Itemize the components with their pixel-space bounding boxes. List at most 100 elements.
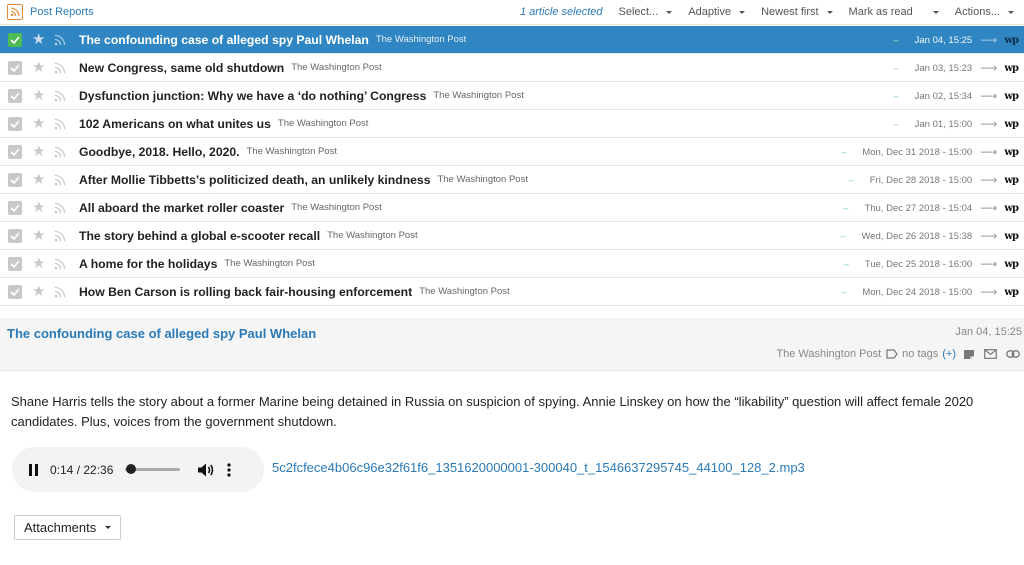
seek-thumb[interactable] [125,464,136,474]
view-mode-dropdown[interactable]: Adaptive [688,6,746,18]
rss-feed-icon[interactable] [54,173,68,187]
headline-source[interactable]: The Washington Post [291,62,381,73]
star-icon[interactable]: ★ [32,256,46,271]
attachments-dropdown[interactable]: Attachments [14,515,122,540]
headline-title[interactable]: A home for the holidays [79,257,217,271]
rss-feed-icon[interactable] [54,257,68,271]
share-link-icon[interactable] [1006,350,1020,358]
pause-icon[interactable] [28,463,39,476]
rss-feed-icon[interactable] [54,285,68,299]
star-icon[interactable]: ★ [32,228,46,243]
headline-row-partial[interactable] [0,306,1024,318]
headline-list[interactable]: ★ The confounding case of alleged spy Pau… [0,26,1024,318]
headline-title[interactable]: The confounding case of alleged spy Paul… [79,33,369,47]
headline-title[interactable]: 102 Americans on what unites us [79,117,271,131]
score-dash: – [893,34,899,46]
headline-source[interactable]: The Washington Post [433,90,523,101]
select-checkbox[interactable] [8,284,22,299]
star-icon[interactable]: ★ [32,116,46,131]
arrow-right-icon[interactable]: ⟶ [980,117,997,131]
headline-right: – Wed, Dec 26 2018 - 15:38 ⟶ wp [840,222,1019,250]
headline-title[interactable]: After Mollie Tibbetts’s politicized deat… [79,173,430,187]
chevron-down-icon [105,526,112,529]
headline-row[interactable]: ★ New Congress, same old shutdown The Wash… [0,54,1024,82]
rss-feed-icon[interactable] [54,33,68,47]
seek-slider[interactable] [125,464,181,474]
select-checkbox[interactable] [8,256,22,271]
headline-source[interactable]: The Washington Post [224,258,314,269]
arrow-right-icon[interactable]: ⟶ [980,229,997,243]
more-options-icon[interactable] [227,462,231,477]
volume-icon[interactable] [198,463,215,477]
rss-feed-icon[interactable] [54,229,68,243]
headline-title[interactable]: Goodbye, 2018. Hello, 2020. [79,145,240,159]
arrow-right-icon[interactable]: ⟶ [980,145,997,159]
arrow-right-icon[interactable]: ⟶ [980,285,997,299]
headline-row[interactable]: ★ How Ben Carson is rolling back fair-hou… [0,278,1024,306]
star-icon[interactable]: ★ [32,88,46,103]
actions-dropdown[interactable]: Actions... [955,6,1014,18]
select-checkbox[interactable] [8,32,22,47]
sort-dropdown[interactable]: Newest first [761,6,833,18]
rss-feed-icon[interactable] [54,89,68,103]
headline-source[interactable]: The Washington Post [247,146,337,157]
arrow-right-icon[interactable]: ⟶ [980,61,997,75]
headline-title[interactable]: New Congress, same old shutdown [79,61,284,75]
rss-feed-icon[interactable] [54,61,68,75]
headline-title[interactable]: All aboard the market roller coaster [79,201,284,215]
arrow-right-icon[interactable]: ⟶ [980,173,997,187]
select-checkbox[interactable] [8,116,22,131]
arrow-right-icon[interactable]: ⟶ [980,33,997,47]
headline-date: Thu, Dec 27 2018 - 15:04 [864,202,973,214]
headline-source[interactable]: The Washington Post [291,202,381,213]
headline-source[interactable]: The Washington Post [419,286,509,297]
select-checkbox[interactable] [8,144,22,159]
chevron-down-icon[interactable] [932,10,939,14]
headline-row[interactable]: ★ The story behind a global e-scooter rec… [0,222,1024,250]
headline-row[interactable]: ★ After Mollie Tibbetts’s politicized dea… [0,166,1024,194]
headline-row[interactable]: ★ Goodbye, 2018. Hello, 2020. The Washingt… [0,138,1024,166]
select-checkbox[interactable] [8,88,22,103]
enclosure-link[interactable]: 5c2fcfece4b06c96e32f61f6_1351620000001-3… [272,460,805,475]
arrow-right-icon[interactable]: ⟶ [980,201,997,215]
star-icon[interactable]: ★ [32,172,46,187]
audio-player[interactable]: 0:14 / 22:36 [12,447,264,492]
note-icon[interactable] [963,349,975,360]
star-icon[interactable]: ★ [32,144,46,159]
headline-source[interactable]: The Washington Post [278,118,368,129]
select-checkbox[interactable] [8,60,22,75]
headline-row[interactable]: ★ A home for the holidays The Washington P… [0,250,1024,278]
headline-source[interactable]: The Washington Post [437,174,527,185]
mark-as-read-button[interactable]: Mark as read [849,6,939,18]
headline-title[interactable]: How Ben Carson is rolling back fair-hous… [79,285,412,299]
email-icon[interactable] [984,349,997,359]
arrow-right-icon[interactable]: ⟶ [980,257,997,271]
score-dash: – [840,230,846,242]
star-icon[interactable]: ★ [32,32,46,47]
article-source[interactable]: The Washington Post [776,348,881,360]
rss-feed-icon[interactable] [54,201,68,215]
star-icon[interactable]: ★ [32,60,46,75]
arrow-right-icon[interactable]: ⟶ [980,89,997,103]
headline-title[interactable]: Dysfunction junction: Why we have a ‘do … [79,89,426,103]
headline-source[interactable]: The Washington Post [376,34,466,45]
select-checkbox[interactable] [8,172,22,187]
score-dash: – [893,118,899,130]
feed-title[interactable]: Post Reports [30,6,94,18]
select-checkbox[interactable] [8,200,22,215]
headline-row[interactable]: ★ The confounding case of alleged spy Pau… [0,26,1024,54]
star-icon[interactable]: ★ [32,200,46,215]
headline-title[interactable]: The story behind a global e-scooter reca… [79,229,320,243]
headline-row[interactable]: ★ 102 Americans on what unites us The Wash… [0,110,1024,138]
add-tag-button[interactable]: (+) [942,348,956,360]
article-title[interactable]: The confounding case of alleged spy Paul… [7,326,316,341]
rss-feed-icon[interactable] [54,117,68,131]
headline-source[interactable]: The Washington Post [327,230,417,241]
star-icon[interactable]: ★ [32,284,46,299]
rss-feed-icon[interactable] [54,145,68,159]
headline-row[interactable]: ★ All aboard the market roller coaster The… [0,194,1024,222]
select-dropdown[interactable]: Select... [619,6,673,18]
rss-feed-icon[interactable] [7,4,23,20]
select-checkbox[interactable] [8,228,22,243]
headline-row[interactable]: ★ Dysfunction junction: Why we have a ‘do… [0,82,1024,110]
